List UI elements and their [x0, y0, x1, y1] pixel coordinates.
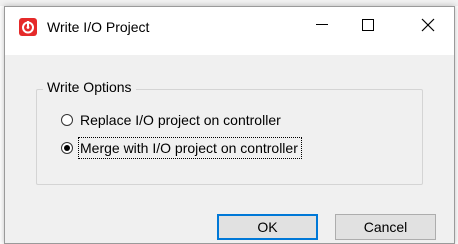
- cancel-button[interactable]: Cancel: [335, 214, 436, 240]
- maximize-icon: [362, 19, 374, 31]
- maximize-button[interactable]: [345, 7, 391, 43]
- merge-option-label[interactable]: Merge with I/O project on controller: [78, 137, 302, 159]
- window-title: Write I/O Project: [47, 19, 150, 35]
- write-io-project-dialog: Write I/O Project Write Options Replace …: [4, 6, 455, 244]
- write-options-label: Write Options: [43, 79, 136, 95]
- merge-option[interactable]: Merge with I/O project on controller: [61, 137, 302, 159]
- app-logo-icon: [19, 18, 37, 36]
- ok-button[interactable]: OK: [217, 214, 318, 240]
- title-bar[interactable]: Write I/O Project: [5, 7, 454, 55]
- replace-option-label[interactable]: Replace I/O project on controller: [80, 111, 281, 129]
- close-button[interactable]: [401, 7, 455, 43]
- replace-option[interactable]: Replace I/O project on controller: [61, 111, 281, 129]
- write-options-group: [36, 89, 423, 185]
- close-icon: [421, 18, 435, 32]
- replace-radio[interactable]: [61, 114, 73, 126]
- minimize-icon: [316, 24, 328, 25]
- merge-radio[interactable]: [61, 142, 73, 154]
- minimize-button[interactable]: [299, 7, 345, 43]
